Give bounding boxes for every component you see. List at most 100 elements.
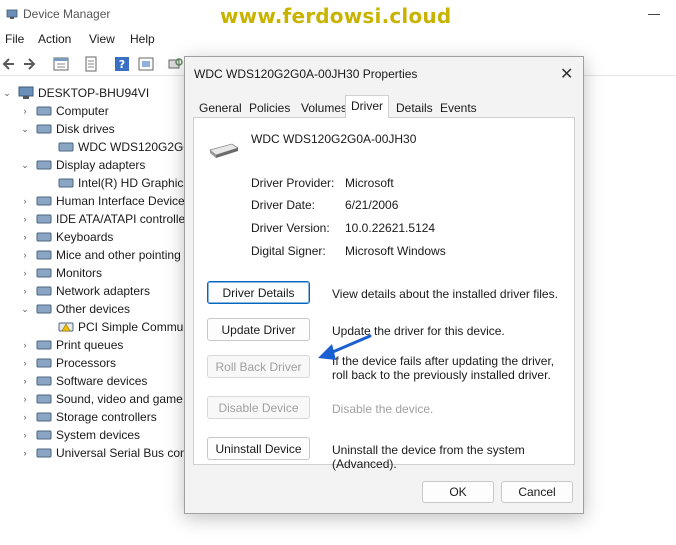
tree-category[interactable]: › Computer [20, 102, 109, 120]
driver-provider-value: Microsoft [345, 176, 394, 190]
chevron-right-icon[interactable]: › [20, 394, 30, 404]
tree-category[interactable]: › Keyboards [20, 228, 114, 246]
forward-arrow-icon[interactable] [20, 55, 38, 73]
device-view-icon[interactable] [137, 55, 155, 73]
update-driver-button[interactable]: Update Driver [207, 318, 310, 341]
processor-icon [36, 358, 52, 368]
chevron-right-icon[interactable]: › [20, 412, 30, 422]
menu-view[interactable]: View [89, 32, 115, 46]
software-device-icon [36, 376, 52, 386]
tree-item-label: Print queues [56, 338, 124, 352]
chevron-right-icon[interactable]: › [20, 430, 30, 440]
tree-category[interactable]: › Universal Serial Bus cont [20, 444, 191, 462]
tree-category[interactable]: › Print queues [20, 336, 124, 354]
tree-category[interactable]: › Processors [20, 354, 117, 372]
driver-panel: WDC WDS120G2G0A-00JH30 Driver Provider: … [193, 117, 575, 471]
tree-category[interactable]: › Sound, video and game [20, 390, 183, 408]
menu-action[interactable]: Action [38, 32, 71, 46]
tree-category[interactable]: › Network adapters [20, 282, 151, 300]
chevron-right-icon[interactable]: › [20, 340, 30, 350]
driver-date-label: Driver Date: [251, 198, 316, 212]
properties-view-icon[interactable] [52, 55, 70, 73]
disable-device-button[interactable]: Disable Device [207, 396, 310, 419]
digital-signer-value: Microsoft Windows [345, 244, 446, 258]
back-arrow-icon[interactable] [0, 55, 18, 73]
chevron-right-icon[interactable]: › [20, 286, 30, 296]
tree-category[interactable]: › System devices [20, 426, 141, 444]
ok-button[interactable]: OK [422, 481, 494, 503]
chevron-right-icon[interactable]: › [20, 214, 30, 224]
tree-category[interactable]: › Monitors [20, 264, 103, 282]
warning-device-icon [58, 322, 74, 332]
menu-bar: File Action View Help [0, 30, 676, 50]
tab-events[interactable]: Events [434, 97, 483, 117]
driver-provider-label: Driver Provider: [251, 176, 335, 190]
chevron-down-icon[interactable]: ⌄ [2, 88, 12, 98]
chevron-right-icon[interactable]: › [20, 232, 30, 242]
chevron-right-icon[interactable]: › [20, 448, 30, 458]
other-device-icon [36, 304, 52, 314]
tree-item-label: PCI Simple Commun [78, 320, 191, 334]
driver-details-description: View details about the installed driver … [332, 287, 558, 301]
tree-root-label: DESKTOP-BHU94VI [38, 86, 150, 100]
driver-date-value: 6/21/2006 [345, 198, 399, 212]
tab-policies[interactable]: Policies [243, 97, 296, 117]
chevron-right-icon[interactable]: › [20, 196, 30, 206]
chevron-down-icon[interactable]: ⌄ [20, 124, 30, 134]
tree-root[interactable]: ⌄ DESKTOP-BHU94VI [2, 84, 149, 102]
storage-icon [36, 412, 52, 422]
network-icon [36, 286, 52, 296]
menu-help[interactable]: Help [130, 32, 155, 46]
device-manager-icon [6, 9, 18, 19]
tree-item-label: Intel(R) HD Graphics [78, 176, 190, 190]
chevron-right-icon[interactable]: › [20, 250, 30, 260]
driver-details-button[interactable]: Driver Details [207, 281, 310, 304]
tree-device[interactable]: Intel(R) HD Graphics [58, 174, 189, 192]
roll-back-driver-button[interactable]: Roll Back Driver [207, 355, 310, 378]
tab-driver[interactable]: Driver [345, 95, 389, 118]
tree-item-label: Mice and other pointing [56, 248, 181, 262]
digital-signer-label: Digital Signer: [251, 244, 326, 258]
tree-category[interactable]: ⌄ Other devices [20, 300, 130, 318]
uninstall-device-description: Uninstall the device from the system (Ad… [332, 443, 525, 471]
minimize-button[interactable] [648, 14, 660, 15]
document-icon[interactable] [82, 55, 100, 73]
tree-item-label: Software devices [56, 374, 148, 388]
help-icon[interactable]: ? [113, 55, 131, 73]
tree-category[interactable]: › IDE ATA/ATAPI controlle [20, 210, 186, 228]
tree-category[interactable]: › Mice and other pointing [20, 246, 181, 264]
watermark-text: www.ferdowsi.cloud [220, 4, 452, 28]
chevron-right-icon[interactable]: › [20, 268, 30, 278]
tree-category[interactable]: › Storage controllers [20, 408, 157, 426]
tree-category[interactable]: › Software devices [20, 372, 148, 390]
tab-general[interactable]: General [193, 97, 248, 117]
chevron-right-icon[interactable]: › [20, 106, 30, 116]
tree-device[interactable]: PCI Simple Commun [58, 318, 190, 336]
monitor-icon [36, 160, 52, 170]
title-bar: Device Manager www.ferdowsi.cloud [0, 0, 676, 30]
tree-item-label: Universal Serial Bus cont [56, 446, 191, 460]
chevron-right-icon[interactable]: › [20, 358, 30, 368]
hid-icon [36, 196, 52, 206]
chevron-right-icon[interactable]: › [20, 376, 30, 386]
speaker-icon [36, 394, 52, 404]
scan-hardware-icon[interactable] [166, 55, 184, 73]
cancel-button[interactable]: Cancel [501, 481, 573, 503]
chevron-down-icon[interactable]: ⌄ [20, 160, 30, 170]
annotation-arrow-icon [318, 334, 372, 360]
tree-item-label: Monitors [56, 266, 103, 280]
tab-details[interactable]: Details [390, 97, 439, 117]
disk-drive-icon [58, 142, 74, 152]
disk-drive-icon [209, 143, 239, 158]
tree-item-label: IDE ATA/ATAPI controlle [56, 212, 186, 226]
close-icon[interactable]: ✕ [560, 64, 573, 84]
tree-item-label: Other devices [56, 302, 131, 316]
tree-item-label: Processors [56, 356, 117, 370]
tree-category[interactable]: ⌄ Disk drives [20, 120, 114, 138]
tree-category[interactable]: › Human Interface Device [20, 192, 185, 210]
chevron-down-icon[interactable]: ⌄ [20, 304, 30, 314]
device-name: WDC WDS120G2G0A-00JH30 [251, 132, 417, 146]
menu-file[interactable]: File [5, 32, 24, 46]
uninstall-device-button[interactable]: Uninstall Device [207, 437, 310, 460]
tree-category[interactable]: ⌄ Display adapters [20, 156, 145, 174]
